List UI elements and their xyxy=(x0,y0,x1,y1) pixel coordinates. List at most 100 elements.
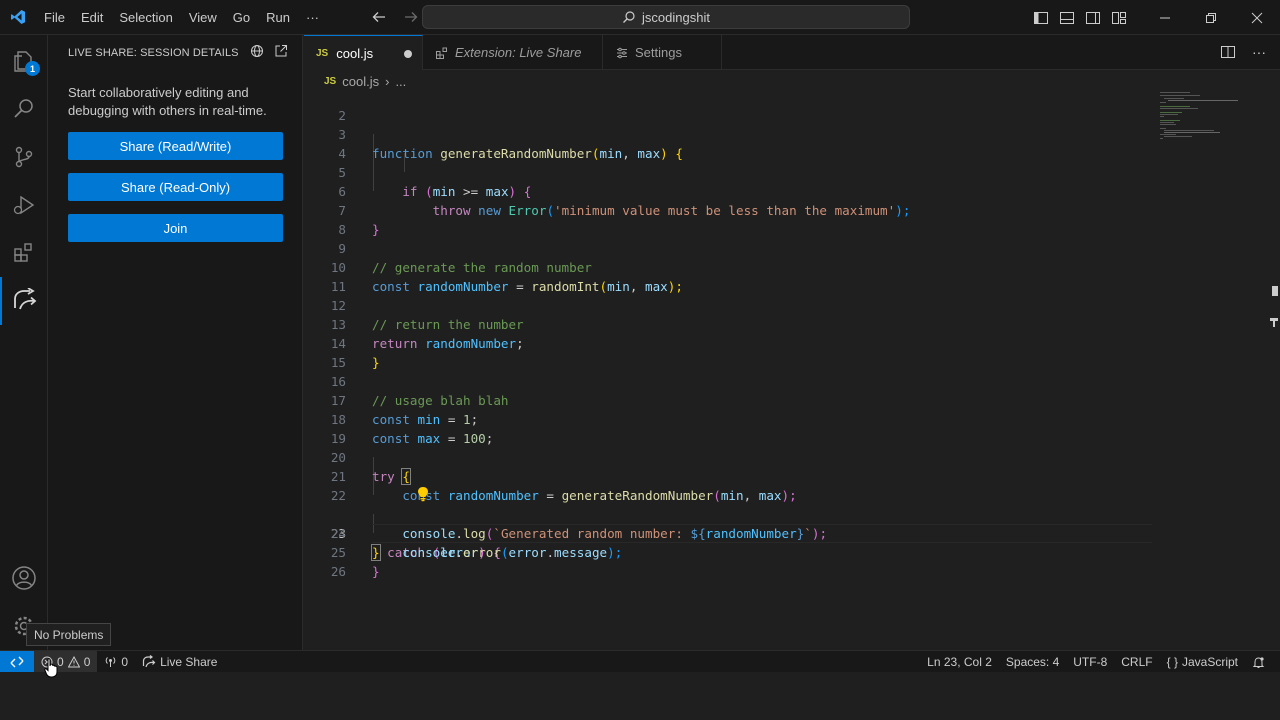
line-number: 26 xyxy=(330,564,346,579)
accounts-icon[interactable] xyxy=(0,554,48,602)
tab-settings[interactable]: Settings xyxy=(603,35,722,70)
code-line-3: 3 function generateRandomNumber(min, max… xyxy=(304,106,1280,161)
breadcrumb: JS cool.js › ... xyxy=(304,70,1280,92)
source-control-icon[interactable] xyxy=(0,133,48,181)
share-read-write-button[interactable]: Share (Read/Write) xyxy=(68,132,283,160)
window-bottom-area xyxy=(0,672,1280,720)
code-line-7: 7 } xyxy=(304,182,1280,237)
code-line-12: 12 // return the number xyxy=(304,277,1280,332)
toggle-primary-sidebar-icon[interactable] xyxy=(1028,0,1054,35)
notifications-bell-icon[interactable] xyxy=(1245,651,1272,673)
activity-bar: 1 xyxy=(0,35,48,650)
status-bar: 0 0 0 Live Share Ln 23, Col 2 Spaces: 4 … xyxy=(0,650,1280,673)
code-line-26: 26 xyxy=(304,543,1280,579)
menu-bar: File Edit Selection View Go Run ··· xyxy=(36,0,327,35)
menu-selection[interactable]: Selection xyxy=(111,0,180,35)
vscode-logo-icon xyxy=(0,0,36,35)
live-share-icon xyxy=(142,654,156,667)
live-share-sidebar: LIVE SHARE: SESSION DETAILS Start collab… xyxy=(48,35,303,650)
code-line-14: 14 } xyxy=(304,315,1280,370)
indentation[interactable]: Spaces: 4 xyxy=(999,651,1066,673)
menu-view[interactable]: View xyxy=(181,0,225,35)
token: } xyxy=(372,564,380,579)
braces-icon: { } xyxy=(1166,655,1178,669)
join-button[interactable]: Join xyxy=(68,214,283,242)
menu-run[interactable]: Run xyxy=(258,0,298,35)
ports-status[interactable]: 0 xyxy=(97,651,135,673)
javascript-file-icon: JS xyxy=(316,47,329,59)
scrollbar-marker[interactable] xyxy=(1272,286,1278,296)
code-line-17: 17 const min = 1; xyxy=(304,372,1280,427)
code-line-20: 20 try { xyxy=(304,429,1280,485)
code-editor[interactable]: 2 3 function generateRandomNumber(min, m… xyxy=(304,92,1280,650)
tab-label: Settings xyxy=(635,45,682,60)
open-external-icon[interactable] xyxy=(274,44,288,61)
forward-arrow-icon[interactable] xyxy=(399,5,423,29)
live-share-label: Live Share xyxy=(160,654,218,669)
encoding[interactable]: UTF-8 xyxy=(1066,651,1114,673)
toggle-secondary-sidebar-icon[interactable] xyxy=(1080,0,1106,35)
ports-count: 0 xyxy=(121,654,129,669)
live-share-icon[interactable] xyxy=(0,277,48,325)
code-line-11: 11 xyxy=(304,258,1280,294)
language-mode[interactable]: { } JavaScript xyxy=(1160,651,1245,673)
end-of-line[interactable]: CRLF xyxy=(1114,651,1159,673)
minimap[interactable] xyxy=(1160,92,1240,152)
unsaved-dot-icon[interactable] xyxy=(404,50,412,58)
minimize-icon[interactable] xyxy=(1142,0,1188,35)
code-line-22: 22 console.log(`Generated random number:… xyxy=(304,467,1280,541)
remote-icon xyxy=(10,656,24,667)
search-text: jscodingshit xyxy=(642,9,710,25)
code-line-15: 15 xyxy=(304,334,1280,370)
code-line-4: 4 xyxy=(304,125,1280,161)
globe-icon[interactable] xyxy=(250,44,264,61)
code-line-2: 2 xyxy=(304,92,1280,123)
code-line-21: 21 const randomNumber = generateRandomNu… xyxy=(304,448,1280,503)
warning-count: 0 xyxy=(83,654,91,669)
code-line-24: 24 console.error(error.message); xyxy=(304,505,1280,560)
share-read-only-button[interactable]: Share (Read-Only) xyxy=(68,173,283,201)
remote-indicator[interactable] xyxy=(0,650,34,673)
search-icon xyxy=(623,11,635,23)
breadcrumb-symbol[interactable]: ... xyxy=(395,74,406,89)
customize-layout-icon[interactable] xyxy=(1106,0,1132,35)
problems-tooltip: No Problems xyxy=(26,623,112,646)
more-actions-icon[interactable]: ··· xyxy=(1252,44,1266,63)
title-bar: File Edit Selection View Go Run ··· jsco… xyxy=(0,0,1280,35)
language-label: JavaScript xyxy=(1181,655,1238,669)
javascript-file-icon: JS xyxy=(324,75,337,87)
cursor-position[interactable]: Ln 23, Col 2 xyxy=(920,651,999,673)
explorer-icon[interactable]: 1 xyxy=(0,37,48,85)
settings-icon xyxy=(617,47,627,58)
broadcast-icon xyxy=(106,657,116,667)
warning-icon xyxy=(67,655,80,667)
code-line-23: 23 } catch (error) { xyxy=(304,486,1280,561)
restore-icon[interactable] xyxy=(1188,0,1234,35)
extensions-icon[interactable] xyxy=(0,229,48,277)
run-debug-icon[interactable] xyxy=(0,181,48,229)
scrollbar-marker[interactable] xyxy=(1273,318,1275,327)
back-arrow-icon[interactable] xyxy=(367,5,391,29)
live-share-status[interactable]: Live Share xyxy=(135,651,224,673)
toggle-panel-icon[interactable] xyxy=(1054,0,1080,35)
command-center-search[interactable]: jscodingshit xyxy=(422,5,910,29)
close-icon[interactable] xyxy=(1234,0,1280,35)
tab-extension-live-share[interactable]: Extension: Live Share xyxy=(423,35,603,70)
menu-file[interactable]: File xyxy=(36,0,73,35)
code-line-18: 18 const max = 100; xyxy=(304,391,1280,446)
live-share-description: Start collaboratively editing and debugg… xyxy=(68,85,267,118)
code-line-16: 16 // usage blah blah xyxy=(304,353,1280,408)
menu-edit[interactable]: Edit xyxy=(73,0,111,35)
search-view-icon[interactable] xyxy=(0,85,48,133)
chevron-right-icon: › xyxy=(385,73,390,89)
error-count: 0 xyxy=(57,654,64,669)
code-line-10: 10 const randomNumber = randomInt(min, m… xyxy=(304,239,1280,294)
breadcrumb-file[interactable]: cool.js xyxy=(342,74,379,89)
editor-tabs: JS cool.js Extension: Live Share Setting… xyxy=(304,35,1280,70)
extensions-tab-icon xyxy=(436,47,447,59)
code-line-5: 5 if (min >= max) { xyxy=(304,144,1280,199)
split-editor-icon[interactable] xyxy=(1220,44,1236,63)
menu-more[interactable]: ··· xyxy=(298,0,327,35)
menu-go[interactable]: Go xyxy=(225,0,258,35)
tab-cool-js[interactable]: JS cool.js xyxy=(304,35,423,70)
